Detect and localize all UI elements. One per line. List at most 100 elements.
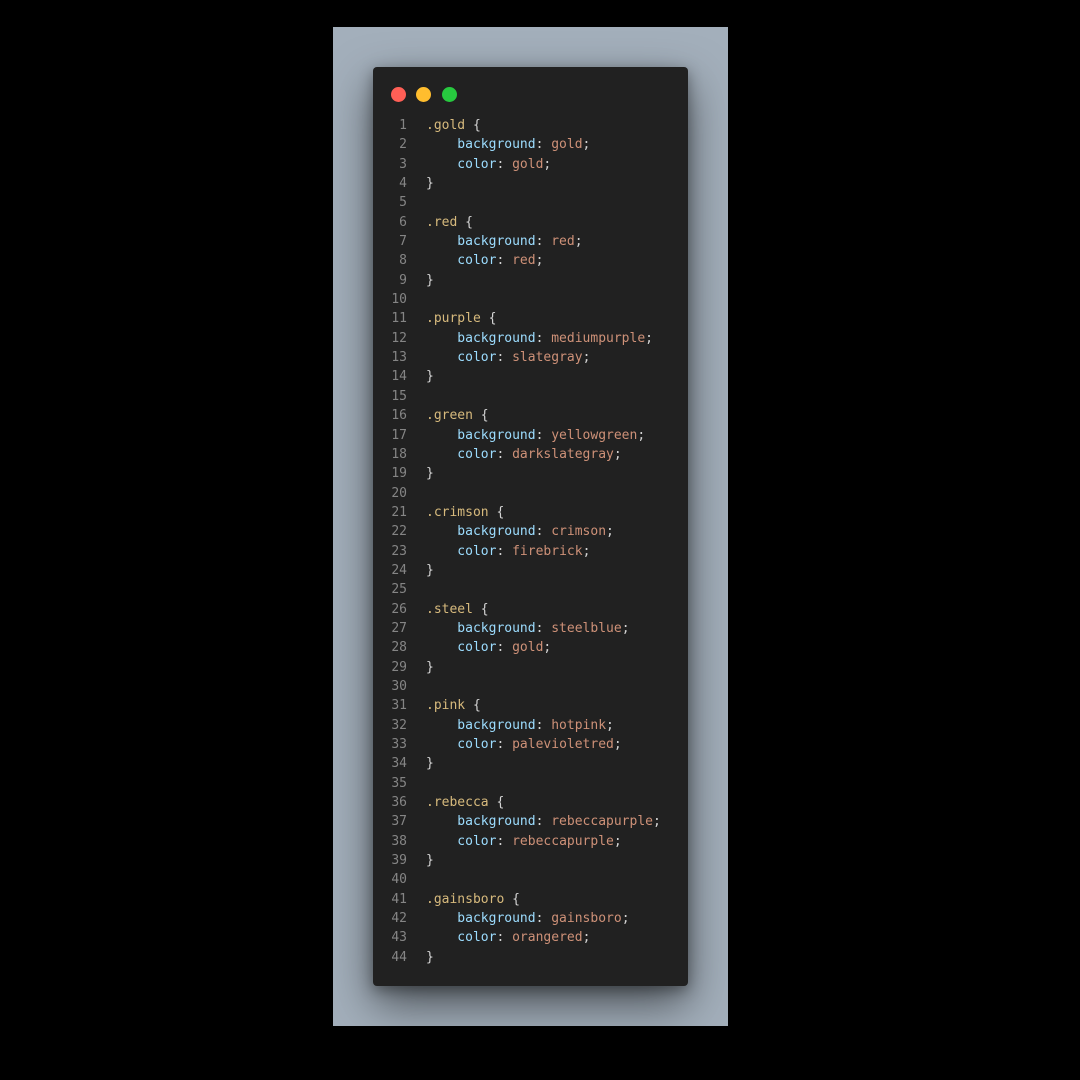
code-token: {	[488, 504, 505, 520]
line-number: 15	[391, 388, 407, 404]
line-number: 10	[391, 292, 407, 308]
line-number: 44	[391, 949, 407, 965]
line-number: 1	[399, 118, 407, 133]
code-token: {	[472, 601, 489, 617]
line-text: }	[426, 464, 434, 483]
code-line: 23 color: firebrick;	[373, 542, 688, 561]
line-number: 29	[391, 659, 407, 675]
code-token: .crimson	[426, 504, 489, 520]
line-number: 7	[399, 234, 407, 250]
code-line: 11 .purple {	[373, 309, 688, 328]
line-number: 42	[391, 911, 407, 927]
code-token: gold	[512, 640, 544, 656]
code-line: 21 .crimson {	[373, 503, 688, 522]
line-text: .red {	[426, 213, 473, 232]
code-token: ;	[574, 234, 583, 250]
line-text: }	[426, 174, 434, 193]
line-text: }	[426, 367, 434, 386]
canvas-background: 1 .gold {2 background: gold; 3 color: gold…	[333, 27, 728, 1026]
code-line: 25	[373, 580, 688, 599]
line-number: 18	[391, 446, 407, 462]
code-line: 24}	[373, 561, 688, 580]
code-token: }	[426, 466, 434, 482]
code-token: :	[496, 350, 513, 366]
code-line: 29}	[373, 658, 688, 677]
code-token: ;	[582, 930, 591, 946]
line-number: 19	[391, 466, 407, 482]
line-number: 30	[391, 678, 407, 694]
line-number: 20	[391, 485, 407, 501]
line-text: background: gold;	[426, 135, 590, 154]
code-line: 30	[373, 677, 688, 696]
zoom-dot-icon[interactable]	[442, 87, 457, 102]
code-token: hotpink	[551, 717, 607, 733]
code-line: 44}	[373, 948, 688, 967]
code-token: :	[535, 524, 552, 540]
line-text: background: hotpink;	[426, 716, 614, 735]
code-line: 38 color: rebeccapurple;	[373, 832, 688, 851]
code-token: ;	[621, 911, 630, 927]
code-token: background	[426, 814, 536, 830]
code-token: ;	[582, 137, 591, 153]
line-number: 39	[391, 853, 407, 869]
line-text: background: rebeccapurple;	[426, 812, 661, 831]
minimize-dot-icon[interactable]	[416, 87, 431, 102]
code-token: .rebecca	[426, 795, 489, 811]
line-text: background: red;	[426, 232, 583, 251]
code-token: }	[426, 176, 434, 192]
line-number: 35	[391, 775, 407, 791]
code-token: {	[480, 311, 497, 327]
code-line: 22 background: crimson;	[373, 522, 688, 541]
code-token: red	[551, 234, 575, 250]
line-number: 2	[399, 137, 407, 153]
code-line: 32 background: hotpink;	[373, 716, 688, 735]
code-token: .gainsboro	[426, 891, 505, 907]
line-text: .steel {	[426, 600, 489, 619]
code-token: color	[426, 930, 497, 946]
line-text: .rebecca {	[426, 793, 504, 812]
code-token: :	[535, 427, 552, 443]
code-line: 14}	[373, 367, 688, 386]
line-number: 12	[391, 330, 407, 346]
code-token: }	[426, 369, 434, 385]
code-token: ;	[613, 446, 622, 462]
line-number: 31	[391, 698, 407, 714]
line-number: 26	[391, 601, 407, 617]
code-line: 37 background: rebeccapurple;	[373, 812, 688, 831]
code-token: background	[426, 234, 536, 250]
code-token: .purple	[426, 311, 481, 327]
code-token: color	[426, 543, 497, 559]
code-token: }	[426, 949, 434, 965]
line-text: .gold {	[426, 116, 481, 135]
code-token: ;	[613, 737, 622, 752]
code-token: :	[535, 911, 552, 927]
line-text: .green {	[426, 406, 489, 425]
line-number: 37	[391, 814, 407, 830]
line-number: 11	[391, 311, 407, 327]
code-token: yellowgreen	[551, 427, 638, 443]
code-token: {	[504, 891, 520, 907]
code-line: 3 color: gold;	[373, 155, 688, 174]
code-token: ;	[606, 717, 614, 733]
code-token: ;	[637, 427, 646, 443]
code-token: :	[496, 543, 513, 559]
code-token: {	[465, 698, 481, 714]
code-token: background	[426, 717, 536, 733]
code-token: color	[426, 640, 497, 656]
code-token: :	[496, 737, 513, 752]
code-line: 42 background: gainsboro;	[373, 909, 688, 928]
code-token: gold	[512, 156, 544, 172]
line-text: color: gold;	[426, 638, 551, 657]
line-text: .crimson {	[426, 503, 504, 522]
code-token: :	[535, 814, 552, 830]
code-line: 13 color: slategray;	[373, 348, 688, 367]
line-text: color: darkslategray;	[426, 445, 622, 464]
code-token: color	[426, 446, 497, 462]
code-token: }	[426, 272, 434, 288]
code-token: background	[426, 330, 536, 346]
code-token: crimson	[551, 524, 607, 540]
code-line: 27 background: steelblue;	[373, 619, 688, 638]
code-token: ;	[606, 524, 614, 540]
code-token: :	[496, 833, 513, 849]
close-dot-icon[interactable]	[391, 87, 406, 102]
